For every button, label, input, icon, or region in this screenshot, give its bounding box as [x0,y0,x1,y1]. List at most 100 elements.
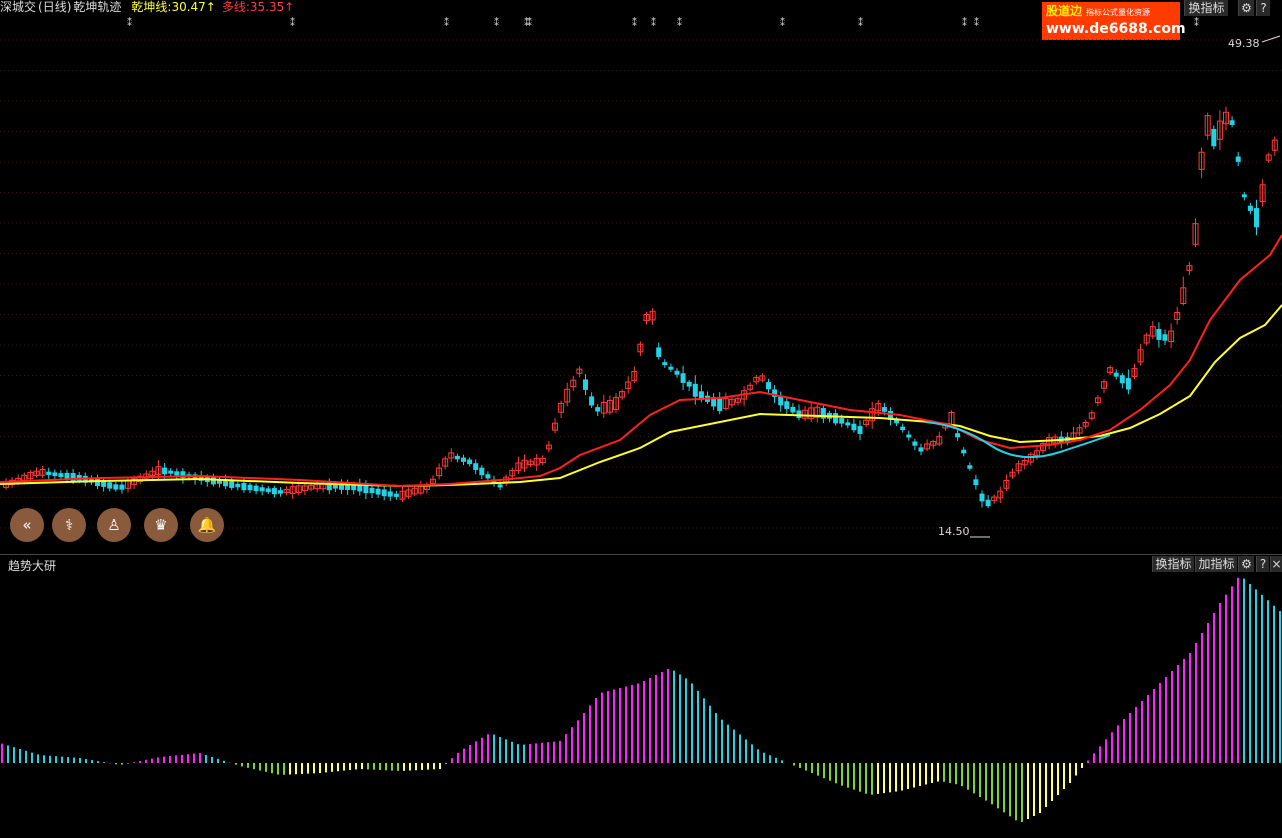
candle-body-down [259,487,265,492]
candle-body-down [473,463,479,470]
candle-body-down [1254,208,1259,228]
candle-body-down [1211,128,1217,147]
candle-body-down [461,457,466,462]
candle-body-down [241,483,247,491]
candle-body-down [839,418,845,424]
candle-body-down [900,426,906,431]
event-marker: ⁑ [651,16,656,29]
candle-body-down [113,484,119,490]
candle-body-down [589,396,595,406]
candle-body-down [369,487,375,494]
candle-body-down [253,485,259,492]
candle-body-down [174,471,180,476]
candle-body-down [332,484,338,489]
candle-body-down [95,478,100,487]
stethoscope-icon[interactable]: ⚕ [52,508,86,542]
advisor-icon[interactable]: ♙ [97,508,131,542]
candle-body-down [363,485,369,494]
candle-body-down [717,398,723,412]
candle-body-down [265,488,271,493]
candle-body-down [351,485,357,491]
candle-body-down [961,449,967,454]
event-marker: ⁑ [962,16,967,29]
candle-body-down [1125,378,1131,390]
candle-body-down [973,479,979,486]
candle-body-down [52,472,58,477]
candle-body-down [674,370,680,375]
panel-divider[interactable] [0,554,1282,555]
candle-body-down [1162,334,1168,341]
candle-body-down [485,474,491,479]
candle-body-down [210,476,216,485]
candle-body-down [979,493,985,502]
candle-body-down [271,488,277,495]
candle-body-down [906,434,912,438]
candle-body-down [686,381,692,387]
candle-body-down [58,473,64,478]
crown-icon[interactable]: ♛ [144,508,178,542]
candle-body-down [387,491,393,497]
candle-body-down [680,373,686,383]
sub-switch-indicator-button[interactable]: 换指标 [1152,556,1194,572]
event-marker: ⁑ [858,16,863,29]
candle-body-down [375,488,381,495]
candle-body-down [1241,194,1247,198]
double-chevron-left-icon[interactable]: « [10,508,44,542]
candle-body-down [833,413,839,424]
candle-body-down [583,379,588,390]
candle-body-down [1113,372,1119,377]
candle-body-down [1119,375,1125,384]
bell-icon[interactable]: 🔔 [190,508,224,542]
candle-body-down [46,471,52,475]
candle-body-down [229,480,235,488]
event-marker: ⁑ [677,16,682,29]
sub-settings-gear-icon[interactable]: ⚙ [1238,556,1254,572]
sub-help-icon[interactable]: ? [1256,556,1269,572]
candle-body-down [1235,156,1241,162]
candle-body-down [162,467,168,475]
event-marker: ⁑ [444,16,449,29]
candle-body-down [918,447,924,452]
event-marker: ⁑ [1194,16,1199,29]
candle-body-down [235,483,241,488]
candle-body-down [479,467,485,476]
candle-body-down [857,426,863,434]
candle-body-down [168,470,174,474]
candle-body-down [278,490,283,494]
event-marker: ⁑ [632,16,637,29]
candle-body-down [851,423,857,431]
candle-body-down [985,499,991,507]
candle-body-down [107,482,113,489]
candle-body-down [247,484,253,491]
event-marker: ⁑ [974,16,979,29]
candle-body-down [955,433,961,438]
candle-body-down [454,455,460,460]
event-marker: ⁑ [290,16,295,29]
candle-body-down [1247,205,1253,211]
candle-body-down [119,484,125,490]
sub-close-icon[interactable]: × [1270,556,1282,572]
event-marker: ⁑ [127,16,132,29]
candle-body-down [1156,329,1162,340]
candle-body-down [881,407,887,412]
event-marker: ⁑ [780,16,785,29]
duo-line [0,304,1282,488]
candle-body-down [345,484,351,491]
candle-body-down [967,465,973,469]
candle-body-down [393,493,399,497]
candlestick-chart[interactable]: ⁑ ⁑ ⁑ ⁑ ⁑⁑ ⁑ ⁑ ⁑ ⁑ ⁑ ⁑ ⁑ ⁑ [0,0,1282,554]
candle-body-down [912,441,918,446]
add-indicator-button[interactable]: 加指标 [1195,556,1237,572]
candle-body-down [467,459,473,465]
candle-body-down [1229,120,1235,125]
candle-body-down [595,407,601,412]
sub-indicator-title: 趋势大研 [8,559,57,573]
candle-body-down [668,366,674,370]
event-marker: ⁑ [494,16,499,29]
candle-body-down [497,484,503,488]
candle-body-down [790,406,796,413]
candle-body-down [784,401,790,409]
candle-body-down [845,422,851,426]
candle-body-down [692,383,698,397]
high-arrow [1261,35,1281,43]
